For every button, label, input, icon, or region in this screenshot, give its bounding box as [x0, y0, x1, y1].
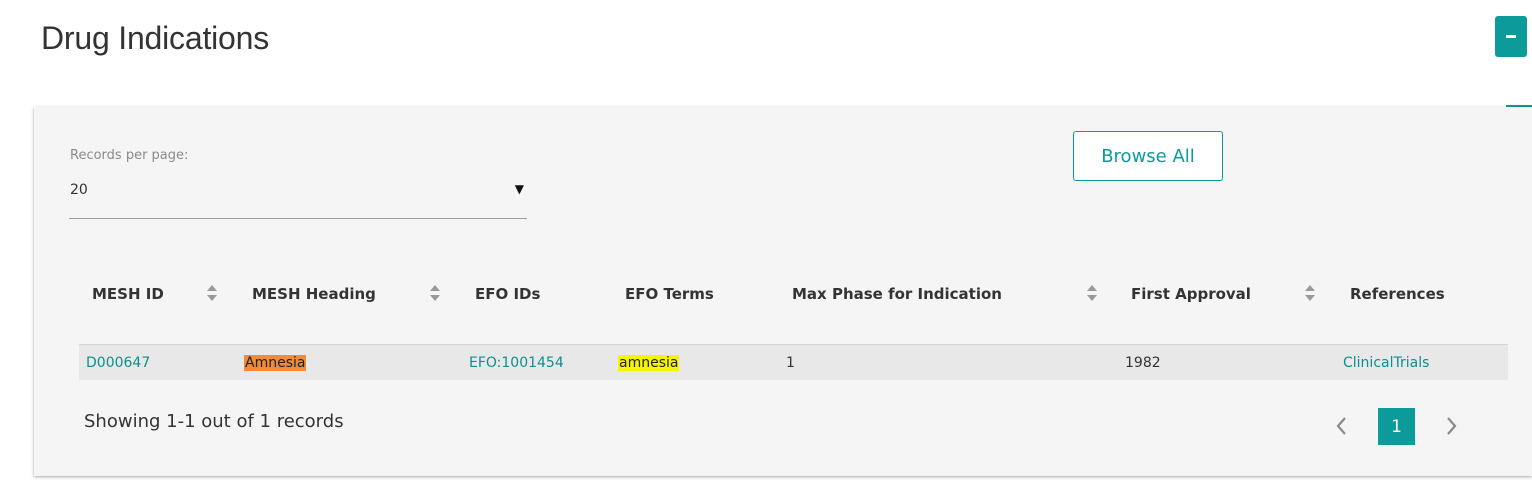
- column-header-first-approval[interactable]: First Approval: [1131, 285, 1251, 303]
- mesh-heading-cell: Amnesia: [244, 355, 307, 371]
- column-header-mesh-id[interactable]: MESH ID: [92, 285, 164, 303]
- mesh-heading-value: Amnesia: [244, 355, 307, 371]
- efo-term-value: amnesia: [618, 355, 680, 371]
- records-per-page-select[interactable]: 20 ▼: [69, 177, 527, 219]
- records-summary: Showing 1-1 out of 1 records: [84, 411, 344, 432]
- drug-indications-card: Records per page: 20 ▼ Browse All MESH I…: [34, 107, 1532, 476]
- chevron-right-icon: [1447, 417, 1457, 435]
- column-header-mesh-heading[interactable]: MESH Heading: [252, 285, 376, 303]
- column-header-efo-terms: EFO Terms: [625, 285, 714, 303]
- efo-term-cell: amnesia: [618, 355, 680, 371]
- page-title: Drug Indications: [41, 20, 270, 56]
- collapse-section-button[interactable]: [1495, 16, 1527, 57]
- references-link[interactable]: ClinicalTrials: [1343, 355, 1429, 371]
- sort-icon[interactable]: [1304, 284, 1316, 302]
- records-per-page-label: Records per page:: [70, 148, 189, 163]
- mesh-id-link[interactable]: D000647: [86, 355, 150, 371]
- dropdown-arrow-icon: ▼: [514, 182, 524, 196]
- chevron-left-icon: [1336, 417, 1346, 435]
- sort-icon[interactable]: [429, 284, 441, 302]
- first-approval-value: 1982: [1125, 355, 1161, 371]
- column-header-max-phase[interactable]: Max Phase for Indication: [792, 285, 1002, 303]
- max-phase-value: 1: [786, 355, 795, 371]
- column-header-references: References: [1350, 285, 1445, 303]
- efo-id-link[interactable]: EFO:1001454: [469, 355, 564, 371]
- column-header-efo-ids: EFO IDs: [475, 285, 541, 303]
- records-per-page-value: 20: [70, 182, 88, 198]
- minus-icon: [1506, 35, 1516, 38]
- page-number-button[interactable]: 1: [1378, 408, 1415, 445]
- next-page-button[interactable]: [1442, 414, 1462, 438]
- sort-icon[interactable]: [1086, 284, 1098, 302]
- previous-page-button[interactable]: [1331, 414, 1351, 438]
- browse-all-button[interactable]: Browse All: [1073, 131, 1223, 181]
- sort-icon[interactable]: [206, 284, 218, 302]
